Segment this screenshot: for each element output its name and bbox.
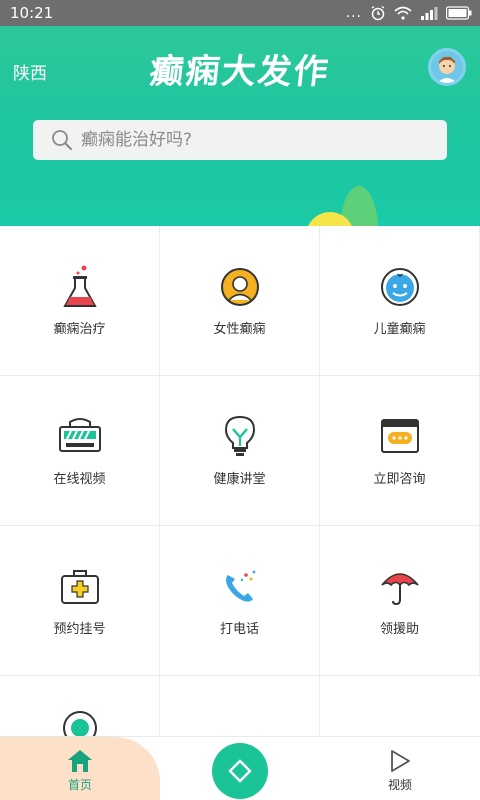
home-icon (68, 750, 92, 772)
grid-item-empty (160, 676, 320, 736)
wifi-icon (394, 6, 412, 20)
grid-item-label: 女性癫痫 (213, 322, 266, 337)
avatar-icon (431, 51, 463, 83)
grid-item-label: 领援助 (379, 622, 419, 637)
grid-item-appointment[interactable]: 预约挂号 (0, 526, 160, 676)
nav-center-button[interactable] (212, 743, 268, 799)
umbrella-icon (377, 564, 423, 610)
avatar[interactable] (428, 48, 466, 86)
status-icons: ... (346, 3, 472, 23)
partial-icon (57, 705, 103, 736)
diamond-icon (228, 759, 252, 783)
nav-home[interactable]: 首页 (0, 737, 160, 800)
lightbulb-icon (217, 414, 263, 460)
grid-item-call[interactable]: 打电话 (160, 526, 320, 676)
signal-icon (421, 7, 438, 20)
page-title: 癫痫大发作 (147, 52, 332, 92)
grid-item-partial[interactable] (0, 676, 160, 736)
grid-item-health-lecture[interactable]: 健康讲堂 (160, 376, 320, 526)
search-icon (52, 130, 72, 150)
woman-icon (217, 264, 263, 310)
nav-home-label: 首页 (67, 778, 92, 792)
status-time: 10:21 (10, 4, 54, 22)
grid-item-label: 在线视频 (53, 472, 106, 487)
grid-item-epilepsy-treatment[interactable]: 癫痫治疗 (0, 226, 160, 376)
search-input[interactable] (81, 120, 431, 160)
nav-video-label: 视频 (387, 778, 412, 792)
phone-icon (217, 564, 263, 610)
nav-video[interactable]: 视频 (360, 737, 440, 800)
feature-grid: 癫痫治疗 女性癫痫 儿童癫痫 在线视频 健康讲堂 立即咨询 预约挂号 打电话 领… (0, 226, 480, 736)
grid-item-label: 预约挂号 (53, 622, 106, 637)
grid-item-female-epilepsy[interactable]: 女性癫痫 (160, 226, 320, 376)
region-selector[interactable]: 陕西 (13, 59, 47, 84)
grid-item-get-aid[interactable]: 领援助 (320, 526, 480, 676)
bottom-nav: 首页 视频 (0, 736, 480, 800)
grid-item-label: 健康讲堂 (213, 472, 266, 487)
play-icon (391, 750, 410, 772)
grid-item-label: 打电话 (219, 622, 259, 637)
grid-item-online-video[interactable]: 在线视频 (0, 376, 160, 526)
grid-item-label: 立即咨询 (373, 472, 426, 487)
grid-item-label: 儿童癫痫 (373, 322, 426, 337)
alarm-icon (371, 5, 385, 21)
grid-item-label: 癫痫治疗 (53, 322, 106, 337)
battery-icon (446, 6, 472, 20)
grid-item-consult-now[interactable]: 立即咨询 (320, 376, 480, 526)
chat-window-icon (377, 414, 423, 460)
flask-icon (57, 264, 103, 310)
status-bar: 10:21 ... (0, 0, 480, 26)
search-box[interactable] (33, 120, 447, 160)
medical-kit-icon (57, 564, 103, 610)
header: 陕西 癫痫大发作 (0, 26, 480, 226)
child-face-icon (377, 264, 423, 310)
video-screen-icon (57, 414, 103, 460)
more-dots-icon: ... (345, 5, 362, 21)
grid-item-child-epilepsy[interactable]: 儿童癫痫 (320, 226, 480, 376)
